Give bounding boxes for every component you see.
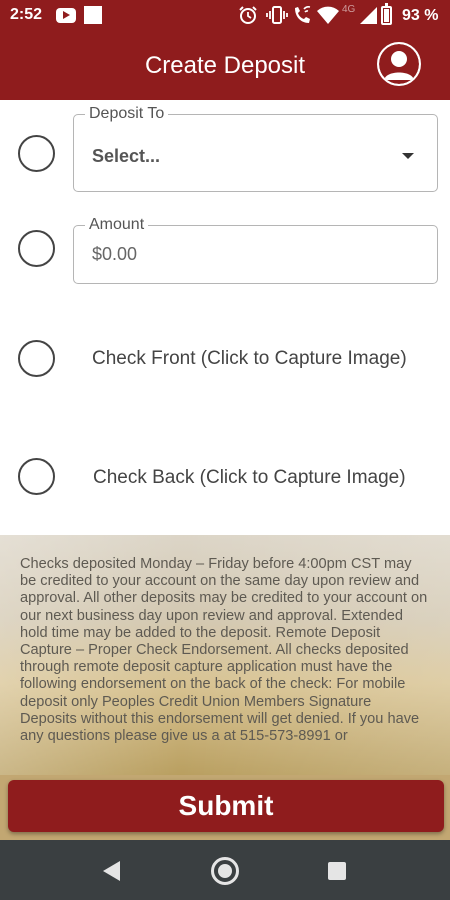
submit-area: Submit <box>0 775 450 840</box>
alarm-icon <box>239 6 257 24</box>
status-time: 2:52 <box>10 6 43 23</box>
vibrate-icon <box>266 6 288 24</box>
status-bar: 2:52 4G 93 % <box>0 0 450 32</box>
disclaimer-panel[interactable]: Checks deposited Monday – Friday before … <box>0 535 450 775</box>
deposit-to-select[interactable]: Deposit To Select... <box>73 105 438 192</box>
amount-radio[interactable] <box>18 230 55 267</box>
amount-field[interactable]: Amount $0.00 <box>73 216 438 284</box>
amount-input[interactable]: $0.00 <box>92 244 137 265</box>
deposit-to-label: Deposit To <box>85 105 169 123</box>
home-icon[interactable] <box>211 857 239 885</box>
disclaimer-text: Checks deposited Monday – Friday before … <box>20 556 428 745</box>
youtube-icon <box>56 8 76 23</box>
wifi-calling-icon <box>295 6 311 23</box>
check-back-radio[interactable] <box>18 458 55 495</box>
deposit-to-value: Select... <box>92 146 161 166</box>
check-front-radio[interactable] <box>18 340 55 377</box>
back-icon[interactable] <box>103 861 120 881</box>
system-nav-bar <box>0 840 450 900</box>
profile-button[interactable] <box>377 42 421 86</box>
deposit-to-radio[interactable] <box>18 135 55 172</box>
wifi-icon <box>317 6 339 24</box>
amount-label: Amount <box>85 216 149 234</box>
battery-icon <box>381 3 392 25</box>
submit-button[interactable]: Submit <box>8 780 444 832</box>
app-header: Create Deposit <box>0 32 450 100</box>
network-type: 4G <box>342 4 356 15</box>
signal-icon <box>360 7 377 24</box>
battery-percent: 93 % <box>402 7 439 24</box>
check-back-capture[interactable]: Check Back (Click to Capture Image) <box>93 467 406 489</box>
user-profile-icon <box>379 44 419 84</box>
dropdown-caret-icon <box>402 153 414 159</box>
notification-square-icon <box>84 6 102 24</box>
check-front-capture[interactable]: Check Front (Click to Capture Image) <box>92 348 407 370</box>
recents-icon[interactable] <box>328 862 346 880</box>
